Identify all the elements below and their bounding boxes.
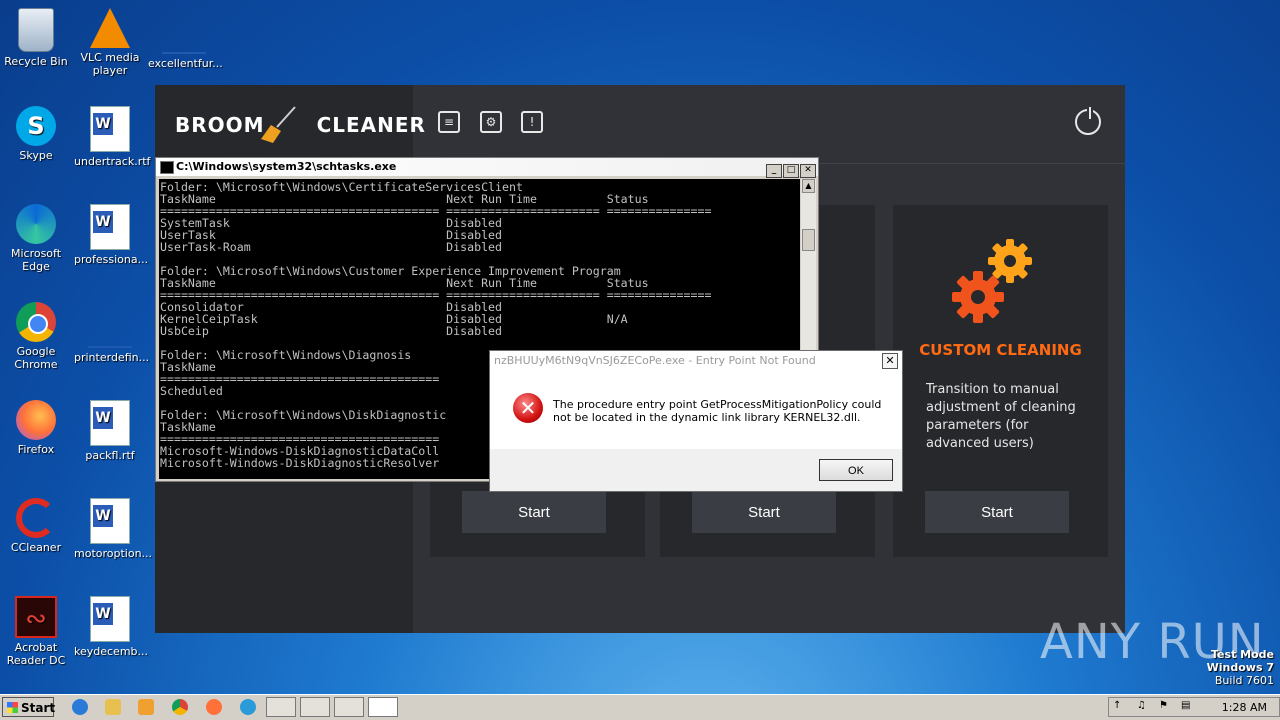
logo-text-cleaner: CLEANER: [316, 113, 426, 137]
explorer-icon[interactable]: [105, 699, 121, 715]
scroll-thumb[interactable]: [802, 229, 815, 251]
gears-icon: [952, 239, 1032, 323]
broom-icon: [261, 106, 296, 143]
file-icon: [162, 22, 206, 54]
logo-text-broom: BROOM: [175, 113, 265, 137]
error-dialog: nzBHUUyM6tN9qVnSJ6ZECoPe.exe - Entry Poi…: [489, 350, 903, 492]
clock[interactable]: 1:28 AM: [1222, 701, 1267, 714]
tray-expand-icon[interactable]: ↑: [1113, 700, 1121, 711]
vlc-icon: [90, 8, 130, 48]
desktop-icon-label: Acrobat Reader DC: [6, 641, 66, 667]
app-logo: BROOM CLEANER: [175, 106, 426, 143]
word-doc-icon: [90, 498, 130, 544]
desktop-icon-label: Recycle Bin: [4, 55, 68, 68]
desktop-icon-vlc[interactable]: VLC media player: [74, 8, 146, 77]
desktop-icon-skype[interactable]: S Skype: [0, 106, 72, 162]
minimize-button[interactable]: _: [766, 164, 782, 178]
ccleaner-icon: [16, 498, 56, 538]
maximize-button[interactable]: □: [783, 164, 799, 178]
skype-icon: S: [16, 106, 56, 146]
desktop-icon-undertrack[interactable]: undertrack.rtf: [74, 106, 151, 168]
start-button[interactable]: Start: [2, 697, 55, 717]
desktop-icon-label: CCleaner: [10, 541, 62, 554]
desktop-icon-recycle-bin[interactable]: Recycle Bin: [0, 8, 72, 68]
ie-icon[interactable]: [72, 699, 88, 715]
firefox-icon: [16, 400, 56, 440]
console-icon: [160, 161, 174, 174]
chrome-icon: [16, 302, 56, 342]
desktop-icon-chrome[interactable]: Google Chrome: [0, 302, 72, 371]
desktop-icon-label: professiona...: [74, 253, 149, 266]
custom-cleaning-title: CUSTOM CLEANING: [919, 341, 1082, 359]
dialog-close-button[interactable]: ✕: [882, 353, 898, 369]
desktop-icon-label: Skype: [19, 149, 53, 162]
error-icon: ✕: [513, 393, 543, 423]
desktop-icon-edge[interactable]: Microsoft Edge: [0, 204, 72, 273]
settings-icon[interactable]: ⚙: [480, 111, 502, 133]
edge-taskbar-icon[interactable]: [240, 699, 256, 715]
media-player-icon[interactable]: [138, 699, 154, 715]
custom-cleaning-description: Transition to manual adjustment of clean…: [926, 382, 1076, 451]
dialog-titlebar[interactable]: nzBHUUyM6tN9qVnSJ6ZECoPe.exe - Entry Poi…: [490, 351, 902, 371]
desktop-icon-label: Microsoft Edge: [10, 247, 62, 273]
desktop-icon-label: keydecemb...: [74, 645, 149, 658]
scroll-up-icon[interactable]: ▲: [802, 179, 815, 193]
flag-icon[interactable]: ⚑: [1159, 700, 1168, 711]
edge-icon: [16, 204, 56, 244]
network-icon[interactable]: ▤: [1181, 700, 1190, 711]
dialog-title: nzBHUUyM6tN9qVnSJ6ZECoPe.exe - Entry Poi…: [494, 354, 816, 367]
desktop-icon-packfl[interactable]: packfl.rtf: [74, 400, 146, 462]
desktop-icon-firefox[interactable]: Firefox: [0, 400, 72, 456]
recycle-bin-icon: [18, 8, 54, 52]
word-doc-icon: [90, 400, 130, 446]
ok-button[interactable]: OK: [819, 459, 893, 481]
acrobat-icon: ∾: [15, 596, 57, 638]
taskbar: Start ↑ ♫ ⚑ ▤ 1:28 AM: [0, 694, 1280, 720]
desktop-icon-label: packfl.rtf: [85, 449, 135, 462]
desktop-icon-label: motoroption...: [74, 547, 153, 560]
desktop-icon-excellentfur[interactable]: excellentfur...: [148, 8, 223, 70]
word-doc-icon: [90, 596, 130, 642]
desktop-icon-label: Firefox: [17, 443, 55, 456]
taskbar-app-1[interactable]: [266, 697, 296, 717]
desktop-icon-printerdefin[interactable]: printerdefin...: [74, 302, 150, 364]
console-title: C:\Windows\system32\schtasks.exe: [176, 160, 397, 173]
taskbar-console[interactable]: [368, 697, 398, 717]
taskbar-broom-app[interactable]: [300, 697, 330, 717]
desktop-icon-keydecemb[interactable]: keydecemb...: [74, 596, 149, 658]
taskbar-app-3[interactable]: [334, 697, 364, 717]
word-doc-icon: [90, 106, 130, 152]
close-button[interactable]: ✕: [800, 164, 816, 178]
file-icon: [88, 316, 132, 348]
dialog-body: ✕ The procedure entry point GetProcessMi…: [490, 371, 902, 449]
desktop-icon-label: undertrack.rtf: [74, 155, 151, 168]
console-titlebar[interactable]: C:\Windows\system32\schtasks.exe _ □ ✕: [156, 158, 818, 178]
speaker-icon[interactable]: ♫: [1137, 700, 1146, 711]
power-icon[interactable]: [1075, 107, 1101, 135]
desktop-icon-label: VLC media player: [80, 51, 140, 77]
desktop-icon-label: Google Chrome: [14, 345, 58, 371]
start-button-1[interactable]: Start: [462, 491, 606, 533]
desktop-icon-label: printerdefin...: [74, 351, 150, 364]
desktop-icon-professiona[interactable]: professiona...: [74, 204, 149, 266]
firefox-taskbar-icon[interactable]: [206, 699, 222, 715]
app-header: BROOM CLEANER ≡ ⚙ !: [155, 85, 1125, 164]
word-doc-icon: [90, 204, 130, 250]
desktop-icon-motoroption[interactable]: motoroption...: [74, 498, 153, 560]
custom-cleaning-card: CUSTOM CLEANING Transition to manual adj…: [893, 205, 1108, 557]
start-button-2[interactable]: Start: [692, 491, 836, 533]
error-message: The procedure entry point GetProcessMiti…: [553, 398, 882, 424]
test-mode-text: Test Mode Windows 7 Build 7601: [1206, 648, 1274, 687]
start-button-3[interactable]: Start: [925, 491, 1069, 533]
desktop-icon-label: excellentfur...: [148, 57, 223, 70]
system-tray: ↑ ♫ ⚑ ▤ 1:28 AM: [1108, 697, 1280, 717]
desktop-icon-acrobat[interactable]: ∾ Acrobat Reader DC: [0, 596, 72, 667]
desktop-icon-ccleaner[interactable]: CCleaner: [0, 498, 72, 554]
chrome-taskbar-icon[interactable]: [172, 699, 188, 715]
report-icon[interactable]: ≡: [438, 111, 460, 133]
feedback-icon[interactable]: !: [521, 111, 543, 133]
